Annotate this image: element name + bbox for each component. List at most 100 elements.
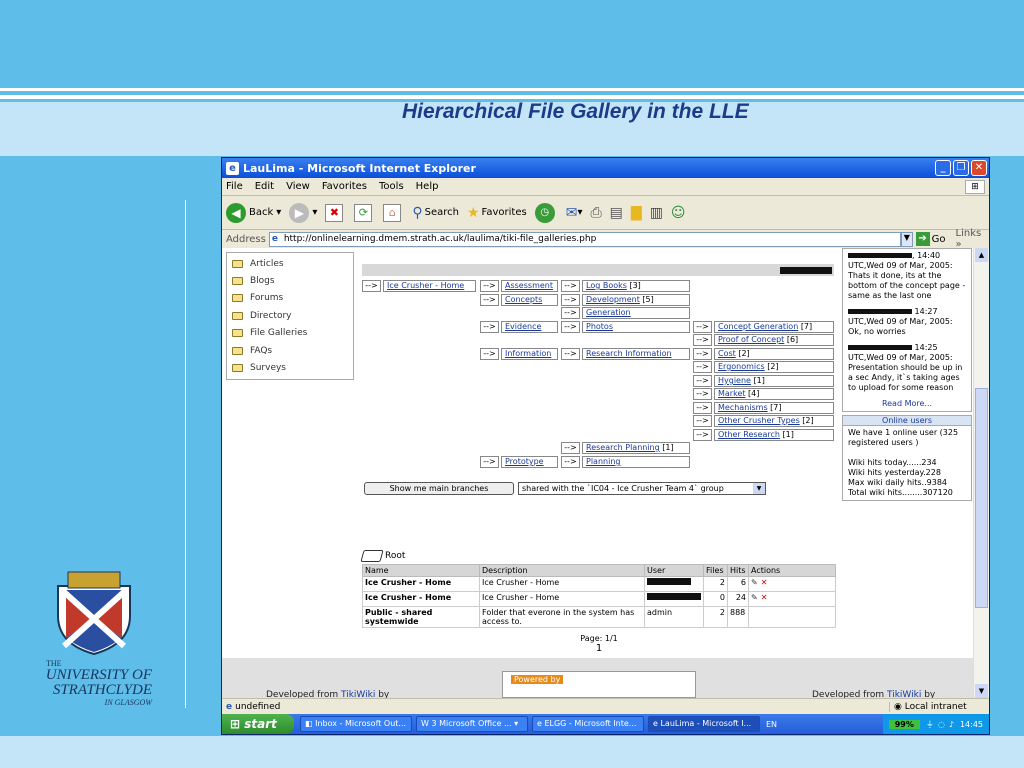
nav-faqs[interactable]: FAQs [227, 342, 353, 359]
group-select[interactable]: shared with the `IC04 - Ice Crusher Team… [518, 482, 766, 495]
task-outlook[interactable]: ◧ Inbox - Microsoft Out... [300, 716, 412, 732]
tree-node-assessment[interactable]: --> Assessment [480, 280, 558, 292]
task-elgg[interactable]: e ELGG - Microsoft Inte... [532, 716, 644, 732]
favorites-button[interactable]: ★ Favorites [467, 205, 527, 221]
task-laulima[interactable]: e LauLima - Microsoft I... [648, 716, 760, 732]
search-button[interactable]: ⚲ Search [412, 205, 459, 221]
row-name[interactable]: Ice Crusher - Home [362, 576, 480, 592]
go-label: Go [931, 233, 946, 245]
powered-by-badge[interactable]: Powered by [502, 671, 696, 698]
tree-node-planning[interactable]: --> Planning [561, 456, 690, 468]
home-icon: ⌂ [383, 203, 402, 222]
minimize-button[interactable]: _ [935, 160, 951, 176]
col-user[interactable]: User [644, 564, 704, 577]
page-icon: e [226, 701, 233, 712]
start-button[interactable]: ⊞ start [222, 714, 294, 734]
row-files: 2 [703, 576, 728, 592]
university-logo: THE UNIVERSITY OF STRATHCLYDE IN GLASGOW [28, 568, 152, 707]
nav-surveys[interactable]: Surveys [227, 359, 353, 376]
network-icon[interactable]: ◌ [938, 720, 945, 729]
clock[interactable]: 14:45 [960, 720, 983, 729]
battery-percent[interactable]: 99% [888, 719, 920, 729]
tree-node-research-information[interactable]: --> Research Information [561, 348, 690, 360]
task-office[interactable]: W 3 Microsoft Office ... ▾ [416, 716, 528, 732]
tree-node-log-books[interactable]: --> Log Books [3] [561, 280, 690, 292]
history-button[interactable]: ◷ [534, 202, 558, 223]
edit-icon[interactable]: ✎ [751, 578, 758, 587]
tree-node-other-crusher-types[interactable]: --> Other Crusher Types [2] [693, 415, 834, 427]
nav-forums[interactable]: Forums [227, 290, 353, 307]
menu-view[interactable]: View [286, 181, 310, 192]
tree-node-ergonomics[interactable]: --> Ergonomics [2] [693, 361, 834, 373]
nav-blogs[interactable]: Blogs [227, 272, 353, 289]
scroll-up-icon[interactable]: ▲ [975, 248, 988, 262]
menu-help[interactable]: Help [416, 181, 439, 192]
tree-node-development[interactable]: --> Development [5] [561, 294, 690, 306]
show-main-branches-button[interactable]: Show me main branches [364, 482, 514, 495]
scroll-down-icon[interactable]: ▼ [975, 684, 988, 698]
nav-articles[interactable]: Articles [227, 255, 353, 272]
menu-file[interactable]: File [226, 181, 243, 192]
address-input[interactable]: http://onlinelearning.dmem.strath.ac.uk/… [268, 231, 902, 247]
stop-button[interactable]: ✖ [325, 203, 346, 222]
tree-node-concepts[interactable]: --> Concepts [480, 294, 558, 306]
language-indicator[interactable]: EN [766, 720, 777, 729]
delete-icon[interactable]: ✕ [761, 578, 768, 587]
row-name[interactable]: Public - shared systemwide [362, 606, 480, 628]
tree-node-generation[interactable]: --> Generation [561, 307, 690, 319]
print-button[interactable]: ⎙ [590, 205, 601, 221]
edit-button[interactable]: ▤ [610, 205, 623, 221]
tree-node-photos[interactable]: --> Photos [561, 321, 690, 333]
tikiwiki-link[interactable]: TikiWiki [341, 690, 375, 698]
folder-button[interactable]: ▇ [631, 205, 642, 221]
tree-node-root[interactable]: --> Ice Crusher - Home [362, 280, 476, 292]
tree-node-prototype[interactable]: --> Prototype [480, 456, 558, 468]
menu-edit[interactable]: Edit [255, 181, 274, 192]
col-name[interactable]: Name [362, 564, 480, 577]
col-files[interactable]: Files [703, 564, 728, 577]
tree-node-proof-of-concept[interactable]: --> Proof of Concept [6] [693, 334, 834, 346]
research-button[interactable]: ▥ [650, 205, 663, 221]
home-button[interactable]: ⌂ [383, 203, 404, 222]
refresh-button[interactable]: ⟳ [354, 203, 375, 222]
close-button[interactable]: ✕ [971, 160, 987, 176]
tree-node-mechanisms[interactable]: --> Mechanisms [7] [693, 402, 834, 414]
nav-directory[interactable]: Directory [227, 307, 353, 324]
tree-node-cost[interactable]: --> Cost [2] [693, 348, 834, 360]
restore-button[interactable]: ❐ [953, 160, 969, 176]
tree-node-market[interactable]: --> Market [4] [693, 388, 834, 400]
scroll-thumb[interactable] [975, 388, 988, 608]
col-hits[interactable]: Hits [727, 564, 749, 577]
row-name[interactable]: Ice Crusher - Home [362, 591, 480, 607]
tree-node-evidence[interactable]: --> Evidence [480, 321, 558, 333]
col-description[interactable]: Description [479, 564, 645, 577]
menu-favorites[interactable]: Favorites [322, 181, 367, 192]
forward-button[interactable]: ▶ ▾ [289, 202, 317, 223]
nav-file-galleries[interactable]: File Galleries [227, 325, 353, 342]
links-button[interactable]: Links » [956, 228, 989, 250]
address-dropdown-icon[interactable]: ▼ [901, 231, 913, 247]
page-number[interactable]: 1 [362, 643, 836, 654]
tree-node-hygiene[interactable]: --> Hygiene [1] [693, 375, 834, 387]
go-button[interactable]: ➔ Go [915, 232, 946, 246]
mail-button[interactable]: ✉ ▾ [566, 205, 583, 221]
tree-node-concept-generation[interactable]: --> Concept Generation [7] [693, 321, 834, 333]
search-label: Search [424, 207, 459, 218]
edit-icon[interactable]: ✎ [751, 593, 758, 602]
folder-icon [232, 364, 243, 373]
menu-tools[interactable]: Tools [379, 181, 404, 192]
tikiwiki-link[interactable]: TikiWiki [887, 690, 921, 698]
menu-bar: File Edit View Favorites Tools Help ⊞ [222, 178, 989, 196]
power-plug-icon[interactable]: ⏚ [926, 719, 934, 730]
logo-line2: STRATHCLYDE [52, 682, 152, 698]
tree-node-research-planning[interactable]: --> Research Planning [1] [561, 442, 690, 454]
row-actions: ✎ ✕ [748, 576, 836, 592]
vertical-scrollbar[interactable]: ▲ ▼ [973, 248, 989, 698]
back-button[interactable]: ◀ Back ▾ [226, 202, 281, 223]
delete-icon[interactable]: ✕ [761, 593, 768, 602]
volume-icon[interactable]: ♪ [949, 720, 954, 729]
messenger-button[interactable]: ☺ [671, 205, 686, 221]
tree-node-other-research[interactable]: --> Other Research [1] [693, 429, 834, 441]
read-more-link[interactable]: Read More... [848, 399, 966, 409]
tree-node-information[interactable]: --> Information [480, 348, 558, 360]
